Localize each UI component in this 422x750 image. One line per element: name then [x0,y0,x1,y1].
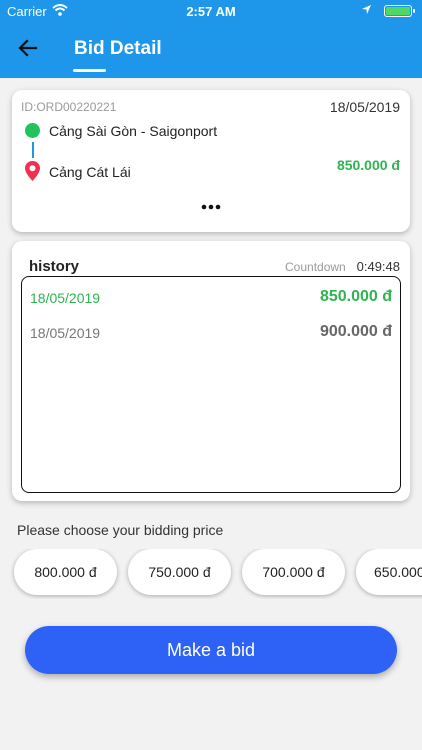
more-options-icon[interactable] [200,202,222,212]
history-row: 18/05/2019 900.000 đ [30,323,392,343]
countdown-label: Countdown [285,260,346,274]
order-price: 850.000 đ [336,157,400,173]
page-title: Bid Detail [74,38,162,59]
origin-dot-icon [25,123,40,138]
location-arrow-icon [361,4,372,15]
order-id: ID:ORD00220221 [21,100,117,114]
clock: 2:57 AM [186,4,236,19]
title-underline [73,69,106,72]
status-bar: Carrier 2:57 AM [0,0,422,22]
origin-port: Cảng Sài Gòn - Saigonport [49,123,218,139]
order-date: 18/05/2019 [329,99,400,115]
make-bid-button[interactable]: Make a bid [25,626,397,674]
bidding-price-options[interactable]: 800.000 đ 750.000 đ 700.000 đ 650.000 đ [0,549,422,599]
history-list[interactable]: 18/05/2019 850.000 đ 18/05/2019 900.000 … [21,276,401,493]
price-option-button[interactable]: 650.000 đ [356,549,422,595]
history-date: 18/05/2019 [30,290,101,306]
price-option-button[interactable]: 800.000 đ [14,549,117,595]
order-card[interactable]: ID:ORD00220221 18/05/2019 Cảng Sài Gòn -… [12,90,410,232]
countdown-value: 0:49:48 [356,259,400,274]
route-line [32,142,34,158]
history-title: history [29,258,80,275]
battery-icon [384,5,415,17]
back-arrow-icon[interactable] [16,36,40,60]
map-pin-icon [25,161,40,181]
bidding-price-label: Please choose your bidding price [17,522,224,538]
price-option-button[interactable]: 750.000 đ [128,549,231,595]
app-header: Carrier 2:57 AM Bid Detail [0,0,422,78]
history-price: 850.000 đ [319,288,392,305]
destination-port: Cảng Cát Lái [49,164,131,180]
history-row: 18/05/2019 850.000 đ [30,288,392,308]
history-price: 900.000 đ [319,323,392,340]
price-option-button[interactable]: 700.000 đ [242,549,345,595]
history-date: 18/05/2019 [30,325,101,341]
history-card: history Countdown 0:49:48 18/05/2019 850… [12,241,410,501]
